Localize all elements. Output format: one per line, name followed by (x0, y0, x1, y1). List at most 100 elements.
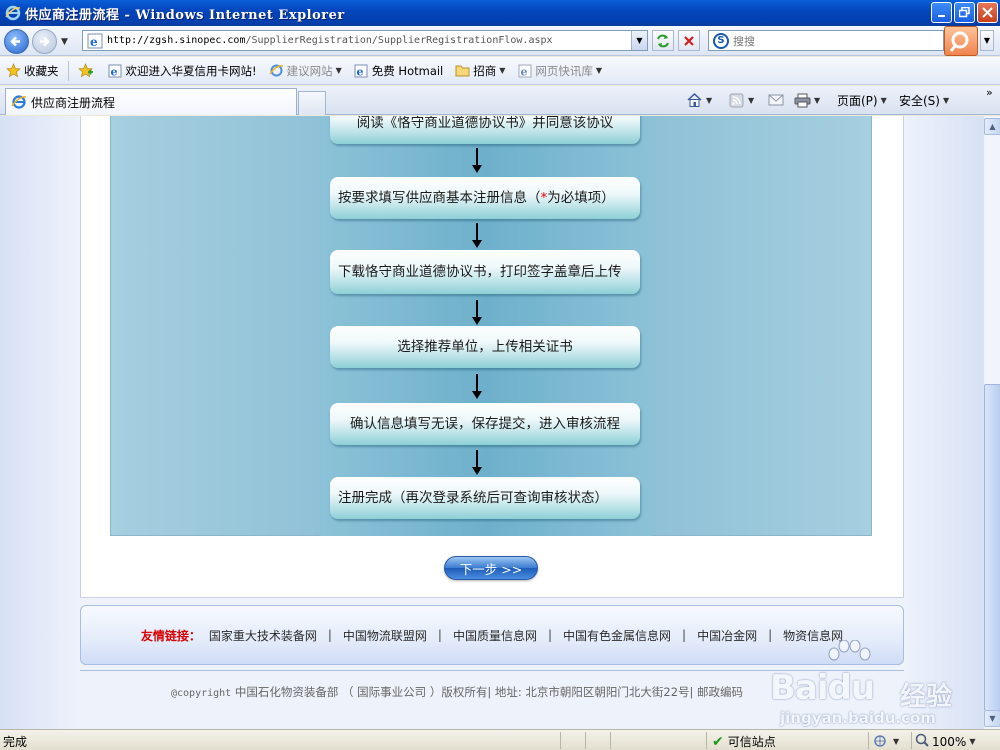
url-host: http://zgsh.sinopec.com (107, 35, 246, 46)
minimize-icon (937, 14, 945, 17)
fav-web-slice-gallery[interactable]: e 网页快讯库 ▼ (517, 63, 602, 79)
flow-step-text-suffix: 为必填项） (547, 189, 615, 206)
chevron-down-icon: ▼ (499, 66, 506, 75)
favorites-button[interactable]: 收藏夹 (6, 63, 59, 79)
close-icon (982, 7, 993, 18)
friend-link[interactable]: 国家重大技术装备网 (209, 627, 317, 644)
next-step-button[interactable]: 下一步 >> (444, 556, 538, 580)
soso-search-provider-icon: S (713, 32, 729, 49)
address-url[interactable]: http://zgsh.sinopec.com/SupplierRegistra… (107, 35, 553, 46)
tab-row: 供应商注册流程 ▼ ▼ ▼ 页面(P) ▼ 安全(S) ▼ » (0, 86, 1000, 115)
flow-arrow (472, 450, 482, 476)
minimize-button[interactable] (931, 2, 952, 23)
zoom-icon (915, 733, 929, 750)
fav-link-huaxia[interactable]: e 欢迎进入华夏信用卡网站! (108, 63, 257, 79)
flow-step-text: 确认信息填写无误，保存提交，进入审核流程 (350, 415, 620, 432)
friend-link[interactable]: 中国质量信息网 (453, 627, 537, 644)
rss-feed-icon (728, 92, 745, 108)
page-viewport: 阅读《恪守商业道德协议书》并同意该协议 按要求填写供应商基本注册信息（*为必填项… (0, 116, 983, 729)
home-button[interactable]: ▼ (686, 92, 712, 108)
fav-link-label: 欢迎进入华夏信用卡网站! (125, 63, 257, 78)
forward-button[interactable] (32, 29, 57, 54)
separator (911, 732, 912, 749)
chevron-down-icon: ▼ (636, 36, 643, 45)
close-window-button[interactable] (977, 2, 998, 23)
tab-supplier-registration[interactable]: 供应商注册流程 (5, 88, 297, 115)
safety-menu-button[interactable]: 安全(S) ▼ (899, 92, 949, 109)
refresh-icon (657, 34, 669, 47)
add-favorite-button[interactable] (77, 63, 96, 78)
watermark-bai: Bai (770, 668, 829, 708)
flow-arrow (472, 223, 482, 249)
zoom-level: 100% (932, 734, 967, 749)
zoom-control[interactable]: 100% ▼ (915, 733, 975, 750)
separator: | (327, 628, 332, 642)
recent-pages-dropdown-icon[interactable]: ▼ (61, 37, 68, 47)
friend-link[interactable]: 中国物流联盟网 (343, 627, 427, 644)
star-icon (6, 63, 21, 78)
stop-button[interactable] (678, 30, 700, 51)
stop-icon (684, 35, 694, 46)
ie-page-icon: e (354, 63, 369, 78)
flow-arrow (472, 374, 482, 400)
search-go-button[interactable] (944, 26, 978, 56)
separator (560, 732, 561, 749)
chevron-down-icon: ▼ (942, 96, 950, 105)
fav-link-hotmail[interactable]: e 免费 Hotmail (354, 63, 443, 79)
search-box[interactable]: S 搜搜 (708, 30, 944, 51)
ie-page-icon: e (517, 63, 532, 78)
copyright-body: 中国石化物资装备部 （ 国际事业公司 ）版权所有| 地址: 北京市朝阳区朝阳门北… (234, 685, 744, 699)
ie-page-icon: e (87, 33, 103, 49)
fav-link-label: 招商 (473, 63, 497, 78)
scroll-thumb[interactable] (984, 384, 1000, 711)
svg-text:e: e (357, 65, 364, 78)
watermark-du: du (827, 668, 876, 708)
page-menu-button[interactable]: 页面(P) ▼ (837, 92, 887, 109)
flow-step-text: 下载恪守商业道德协议书，打印签字盖章后上传 (338, 263, 622, 280)
separator (706, 732, 707, 749)
fav-link-label: 网页快讯库 (535, 63, 593, 78)
url-path: /SupplierRegistration/SupplierRegistrati… (245, 35, 553, 46)
read-mail-button[interactable] (767, 92, 784, 108)
favorites-label: 收藏夹 (24, 63, 59, 78)
friend-link[interactable]: 中国有色金属信息网 (563, 627, 671, 644)
window-titlebar[interactable]: 供应商注册流程 - Windows Internet Explorer (0, 0, 1000, 26)
chevron-down-icon: ▼ (748, 95, 755, 105)
tab-label: 供应商注册流程 (31, 95, 116, 110)
security-zone[interactable]: ✔ 可信站点 (712, 733, 776, 750)
chevron-down-icon: ▼ (989, 714, 996, 723)
more-commands-button[interactable]: » (986, 86, 993, 99)
search-options-button[interactable]: ▼ (980, 30, 994, 51)
flow-step-4: 选择推荐单位，上传相关证书 (330, 326, 640, 368)
back-arrow-icon (10, 36, 20, 47)
protected-mode-button[interactable]: ▼ (873, 733, 899, 749)
svg-text:e: e (520, 65, 527, 78)
status-text: 完成 (3, 735, 28, 749)
address-dropdown-button[interactable]: ▼ (631, 31, 647, 50)
scroll-up-button[interactable]: ▲ (984, 118, 1000, 135)
watermark-brand: Baidu (770, 668, 876, 708)
flow-step-1: 阅读《恪守商业道德协议书》并同意该协议 (330, 116, 640, 144)
back-button[interactable] (4, 29, 29, 54)
chevron-down-icon: ▼ (595, 66, 603, 75)
restore-icon (959, 7, 970, 18)
feeds-button[interactable]: ▼ (728, 92, 754, 108)
refresh-button[interactable] (652, 30, 674, 51)
baidu-paw-icon (828, 640, 871, 661)
vertical-scrollbar[interactable]: ▲ ▼ (983, 116, 1000, 729)
flow-arrow (472, 300, 482, 326)
fav-folder-zhaoshang[interactable]: 招商 ▼ (455, 63, 505, 79)
scroll-down-button[interactable]: ▼ (984, 710, 1000, 727)
restore-button[interactable] (954, 2, 975, 23)
fav-suggested-sites[interactable]: 建议网站 ▼ (268, 63, 342, 79)
zone-label: 可信站点 (727, 735, 776, 749)
address-bar[interactable]: e http://zgsh.sinopec.com/SupplierRegist… (82, 30, 648, 51)
flow-step-text: 注册完成（再次登录系统后可查询审核状态） (338, 489, 608, 506)
new-tab-button[interactable] (298, 91, 326, 115)
friend-link[interactable]: 中国冶金网 (697, 627, 757, 644)
window-title: 供应商注册流程 - Windows Internet Explorer (25, 7, 345, 23)
chevron-down-icon: ▼ (814, 95, 821, 105)
ie-page-icon: e (108, 63, 123, 78)
print-button[interactable]: ▼ (794, 92, 820, 108)
add-to-favorites-icon (77, 63, 93, 78)
